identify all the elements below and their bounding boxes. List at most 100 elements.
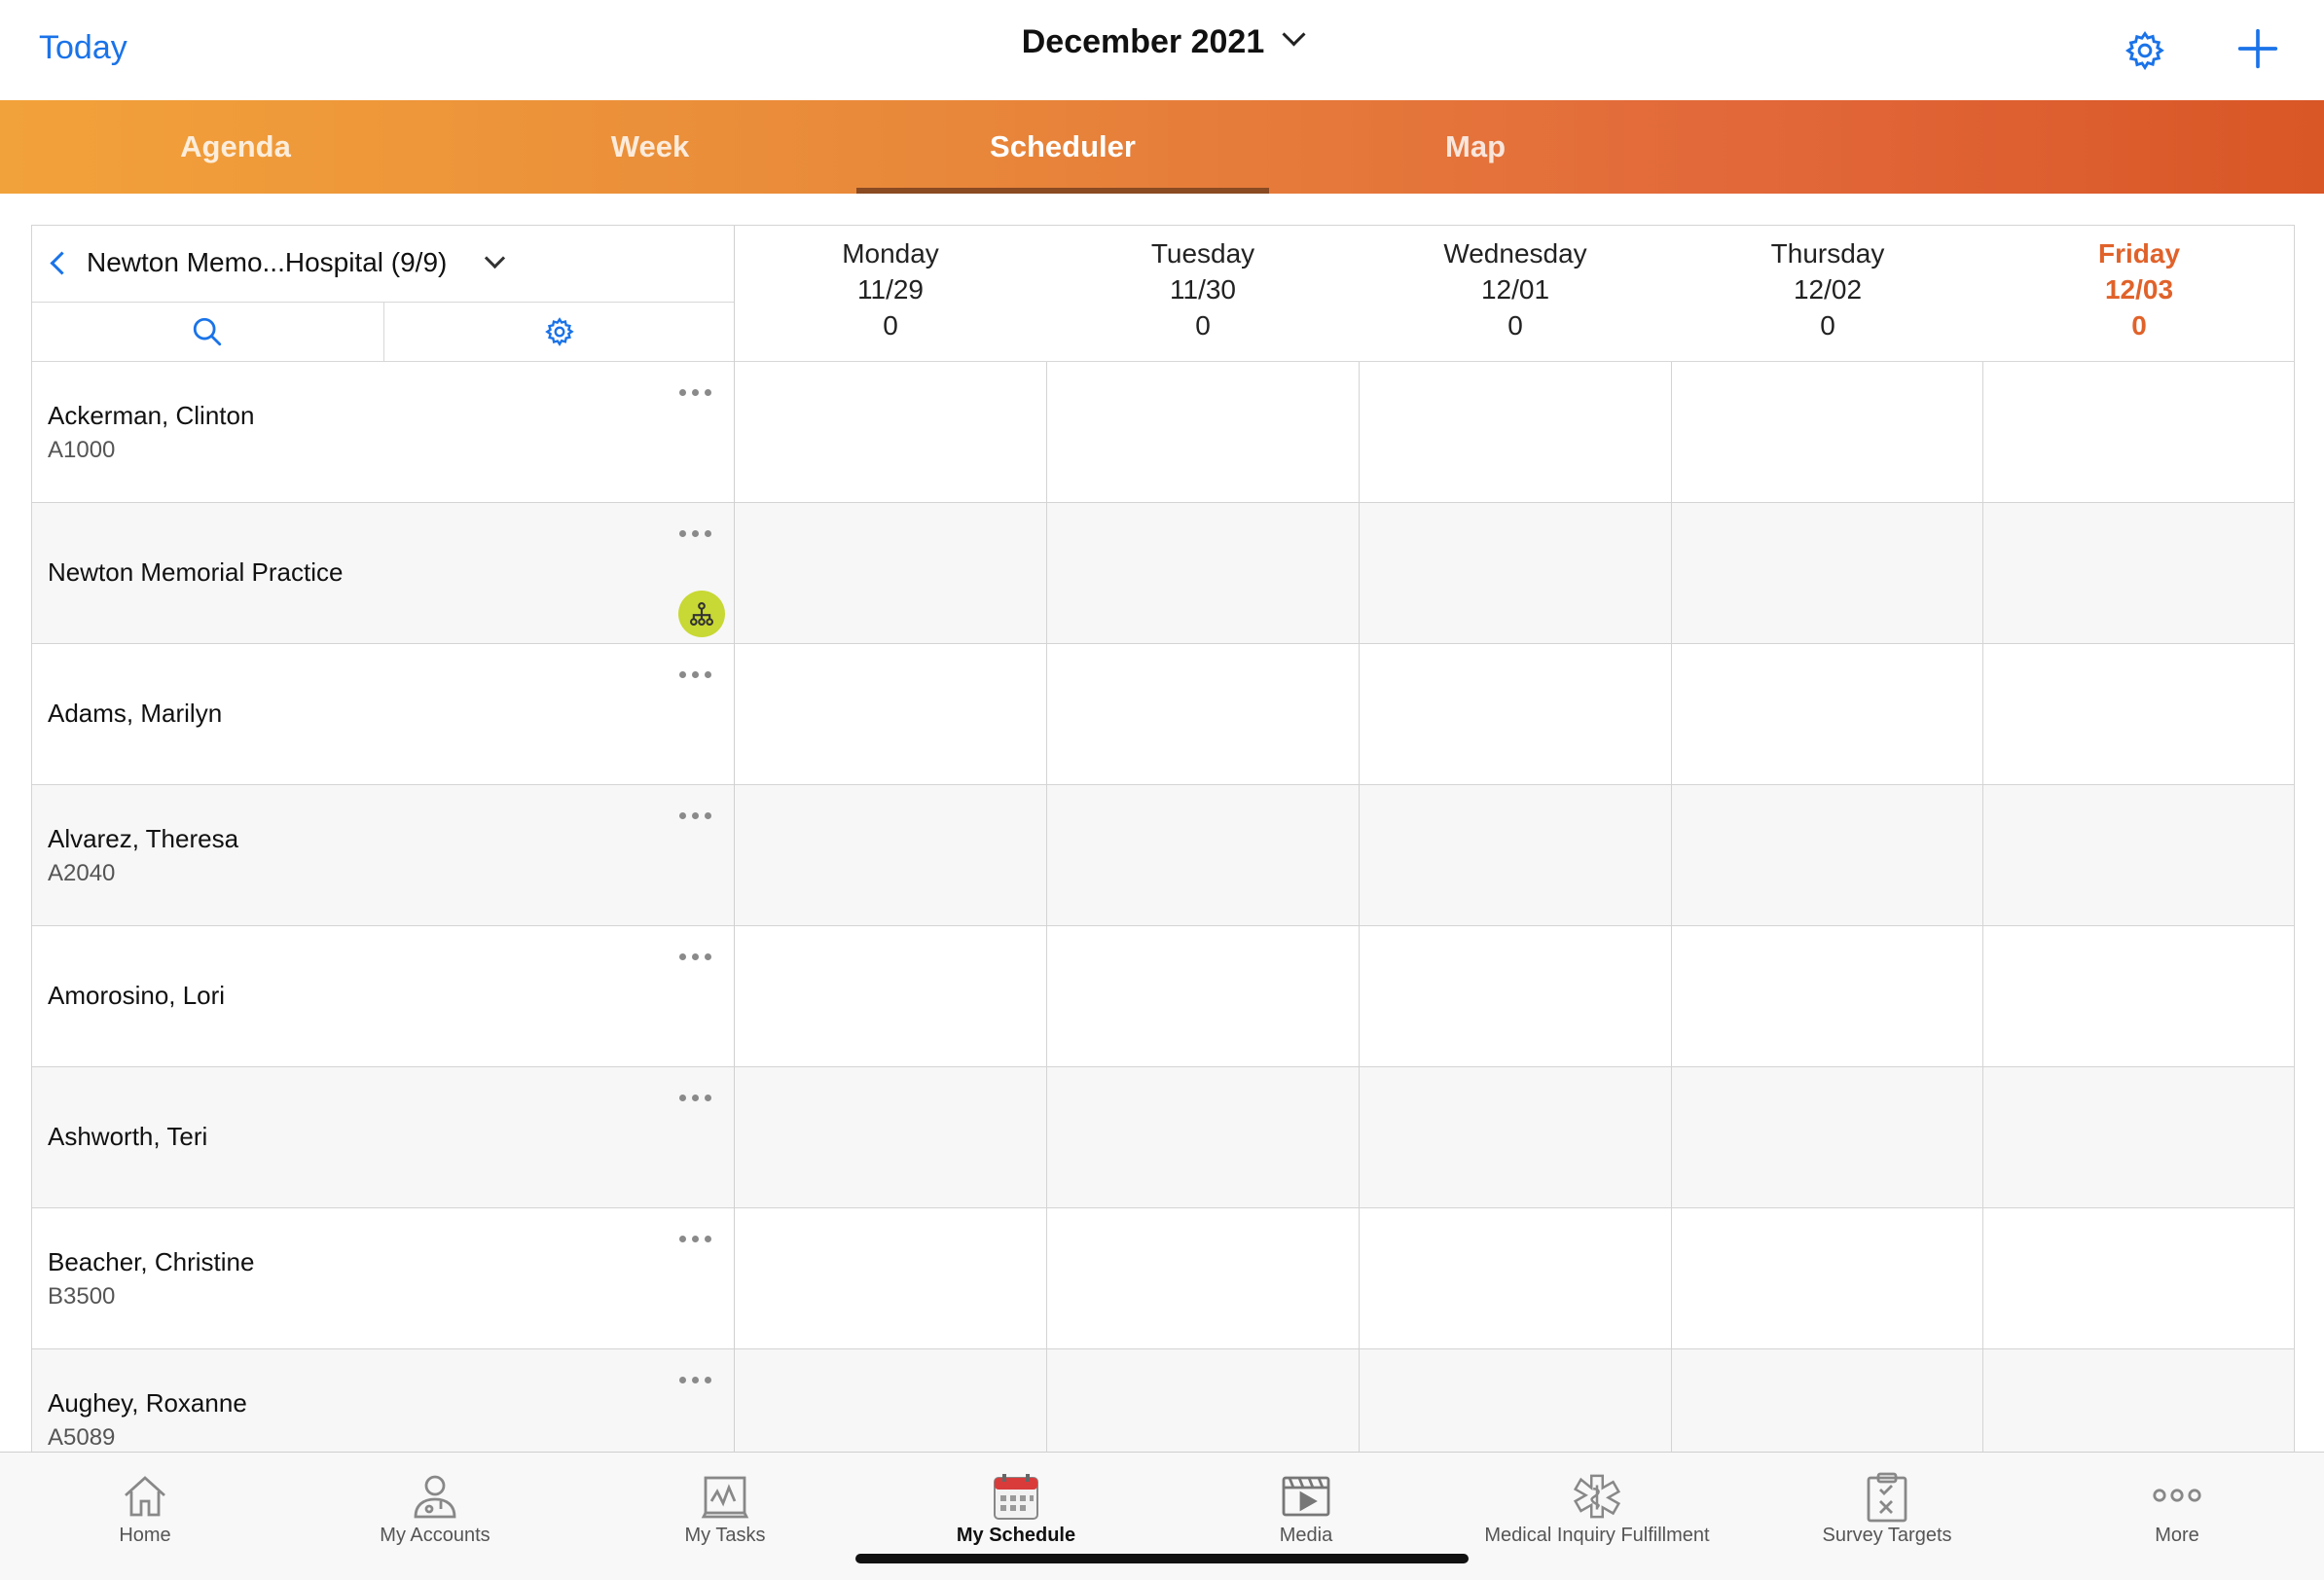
schedule-cell[interactable] [1671, 644, 1983, 784]
schedule-cell[interactable] [1046, 1349, 1360, 1452]
day-date: 12/03 [2104, 274, 2174, 305]
day-count: 0 [883, 310, 898, 341]
more-options-icon[interactable] [679, 383, 722, 396]
schedule-cell[interactable] [734, 785, 1047, 925]
tab-agenda[interactable]: Agenda [29, 100, 442, 194]
schedule-cell[interactable] [1982, 362, 2294, 502]
tab-map[interactable]: Map [1269, 100, 1682, 194]
chevron-down-icon [1282, 22, 1306, 47]
schedule-cell[interactable] [1982, 1067, 2294, 1207]
schedule-cell[interactable] [1982, 503, 2294, 643]
more-options-icon[interactable] [679, 665, 722, 678]
day-header-thursday[interactable]: Thursday 12/02 0 [1672, 235, 1983, 343]
schedule-cell[interactable] [734, 503, 1047, 643]
schedule-cell[interactable] [1982, 926, 2294, 1066]
more-options-icon[interactable] [679, 807, 722, 819]
account-name: Aughey, Roxanne [48, 1388, 247, 1418]
schedule-cell[interactable] [1982, 1349, 2294, 1452]
home-indicator [855, 1554, 1469, 1563]
schedule-cell[interactable] [734, 1208, 1047, 1348]
schedule-cell[interactable] [734, 1067, 1047, 1207]
schedule-cell[interactable] [1359, 503, 1672, 643]
schedule-cell[interactable] [734, 644, 1047, 784]
search-button[interactable] [32, 303, 382, 361]
schedule-cell[interactable] [1982, 785, 2294, 925]
schedule-cell[interactable] [1046, 1208, 1360, 1348]
more-options-icon[interactable] [679, 1371, 722, 1383]
day-header-wednesday[interactable]: Wednesday 12/01 0 [1360, 235, 1671, 343]
home-icon [125, 1476, 165, 1517]
account-row[interactable]: Adams, Marilyn [32, 644, 2294, 785]
account-selector[interactable]: Newton Memo...Hospital (9/9) [32, 226, 734, 303]
schedule-cell[interactable] [1359, 926, 1672, 1066]
bottom-tab-more[interactable]: More [2032, 1453, 2322, 1580]
schedule-cell[interactable] [1046, 362, 1360, 502]
schedule-cell[interactable] [1359, 644, 1672, 784]
account-row[interactable]: Alvarez, Theresa A2040 [32, 785, 2294, 926]
month-selector[interactable]: December 2021 [0, 22, 2324, 61]
account-info: Alvarez, Theresa A2040 [48, 824, 238, 887]
more-options-icon[interactable] [679, 1089, 722, 1101]
schedule-cell[interactable] [734, 926, 1047, 1066]
bottom-tab-my-accounts[interactable]: My Accounts [290, 1453, 580, 1580]
account-info: Newton Memorial Practice [48, 557, 343, 588]
schedule-cell[interactable] [1671, 1067, 1983, 1207]
bottom-tab-label: Survey Targets [1822, 1525, 1952, 1546]
account-info: Amorosino, Lori [48, 981, 225, 1011]
schedule-cell[interactable] [1982, 1208, 2294, 1348]
schedule-cell[interactable] [1359, 1349, 1672, 1452]
schedule-cell[interactable] [1671, 1349, 1983, 1452]
plus-icon[interactable] [2236, 27, 2279, 70]
schedule-cell[interactable] [1046, 785, 1360, 925]
bottom-tab-my-tasks[interactable]: My Tasks [580, 1453, 870, 1580]
account-row[interactable]: Ashworth, Teri [32, 1067, 2294, 1208]
account-code: A2040 [48, 860, 116, 886]
account-row[interactable]: Beacher, Christine B3500 [32, 1208, 2294, 1349]
schedule-cell[interactable] [1046, 503, 1360, 643]
day-header-monday[interactable]: Monday 11/29 0 [735, 235, 1046, 343]
account-row[interactable]: Amorosino, Lori [32, 926, 2294, 1067]
back-chevron-icon[interactable] [50, 251, 74, 275]
more-options-icon[interactable] [679, 1230, 722, 1242]
tab-week[interactable]: Week [444, 100, 856, 194]
more-options-icon[interactable] [679, 524, 722, 537]
schedule-cell[interactable] [1046, 1067, 1360, 1207]
day-header-tuesday[interactable]: Tuesday 11/30 0 [1047, 235, 1359, 343]
account-name: Beacher, Christine [48, 1247, 255, 1276]
account-info: Beacher, Christine B3500 [48, 1247, 254, 1311]
account-row[interactable]: Aughey, Roxanne A5089 [32, 1349, 2294, 1452]
schedule-cell[interactable] [1671, 503, 1983, 643]
schedule-cell[interactable] [1982, 644, 2294, 784]
schedule-cell[interactable] [1359, 1208, 1672, 1348]
more-options-icon[interactable] [679, 948, 722, 960]
schedule-cell[interactable] [1671, 1208, 1983, 1348]
medical-icon [1573, 1474, 1621, 1519]
tab-scheduler[interactable]: Scheduler [856, 100, 1269, 194]
account-row[interactable]: Ackerman, Clinton A1000 [32, 362, 2294, 503]
gear-icon[interactable] [2124, 29, 2166, 72]
bottom-tab-home[interactable]: Home [0, 1453, 290, 1580]
scheduler-tools [32, 303, 734, 362]
bottom-tab-survey-targets[interactable]: Survey Targets [1742, 1453, 2032, 1580]
bottom-tab-label: My Schedule [956, 1525, 1076, 1546]
account-row[interactable]: Newton Memorial Practice [32, 503, 2294, 644]
hierarchy-icon[interactable] [678, 591, 725, 637]
schedule-cell[interactable] [1359, 1067, 1672, 1207]
bottom-tab-medical-inquiry[interactable]: Medical Inquiry Fulfillment [1452, 1453, 1742, 1580]
schedule-cell[interactable] [1359, 362, 1672, 502]
day-date: 12/01 [1480, 274, 1550, 305]
schedule-cell[interactable] [734, 362, 1047, 502]
chevron-down-icon[interactable] [484, 247, 506, 269]
schedule-cell[interactable] [1046, 926, 1360, 1066]
day-count: 0 [2131, 310, 2147, 341]
day-header-friday[interactable]: Friday 12/03 0 [1983, 235, 2294, 343]
filter-settings-button[interactable] [383, 303, 735, 361]
schedule-cell[interactable] [1046, 644, 1360, 784]
schedule-cell[interactable] [1359, 785, 1672, 925]
schedule-cell[interactable] [1671, 362, 1983, 502]
schedule-cell[interactable] [1671, 926, 1983, 1066]
schedule-cell[interactable] [1671, 785, 1983, 925]
account-code: A5089 [48, 1424, 116, 1451]
day-name: Friday [2097, 238, 2181, 269]
schedule-cell[interactable] [734, 1349, 1047, 1452]
